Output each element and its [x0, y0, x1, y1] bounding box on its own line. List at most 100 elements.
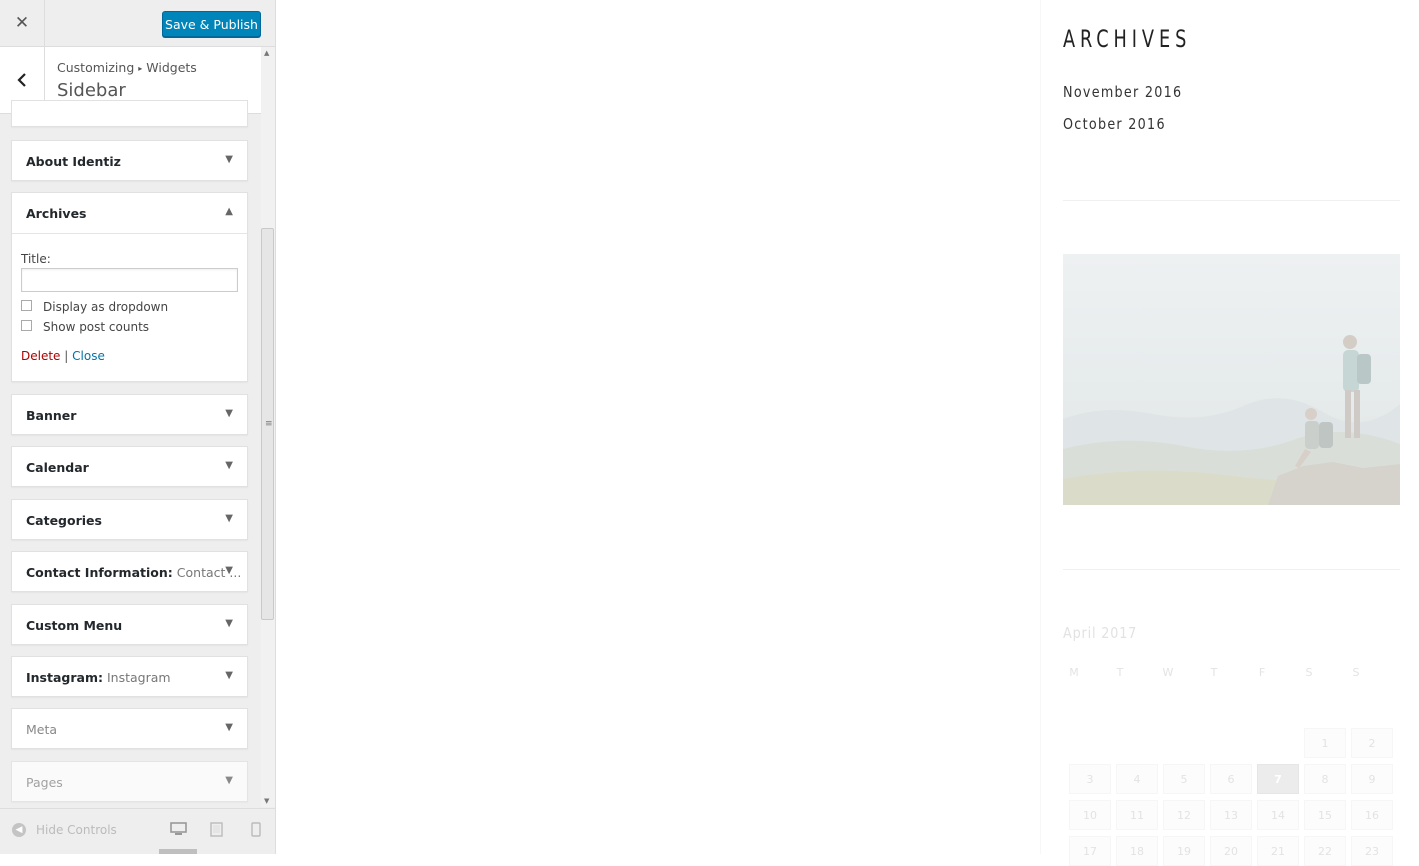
mobile-icon[interactable]	[251, 822, 261, 837]
widget-subtitle: Instagram	[106, 669, 171, 685]
calendar-day[interactable]: 9	[1351, 764, 1393, 794]
caret-down-icon[interactable]: ▼	[225, 460, 233, 471]
calendar-day[interactable]: 17	[1069, 836, 1111, 866]
calendar-day[interactable]: 6	[1210, 764, 1252, 794]
calendar-day[interactable]: 3	[1069, 764, 1111, 794]
widget-partial[interactable]	[11, 100, 248, 127]
caret-down-icon[interactable]: ▼	[225, 618, 233, 629]
weekday-label: T	[1210, 665, 1218, 679]
weekday-label: M	[1069, 665, 1079, 679]
breadcrumb-root: Customizing	[57, 60, 135, 75]
widget-contact-information[interactable]: Contact Information: Contact ... ▼	[11, 551, 248, 592]
widget-meta[interactable]: Meta ▼	[11, 708, 248, 749]
widget-title-row: Instagram: Instagram ▼	[12, 657, 247, 697]
calendar-day[interactable]: 4	[1116, 764, 1158, 794]
calendar-day[interactable]: 5	[1163, 764, 1205, 794]
close-icon: ✕	[14, 13, 30, 33]
widget-categories[interactable]: Categories ▼	[11, 499, 248, 540]
caret-down-icon[interactable]: ▼	[225, 513, 233, 524]
section-title: Sidebar	[57, 80, 126, 101]
caret-down-icon[interactable]: ▼	[225, 670, 233, 681]
title-input[interactable]	[21, 268, 238, 292]
caret-down-icon[interactable]: ▼	[225, 722, 233, 733]
widget-title-row: Calendar ▼	[12, 447, 247, 487]
save-publish-button[interactable]: Save & Publish	[162, 11, 261, 37]
widget-title-row: Contact Information: Contact ... ▼	[12, 552, 247, 592]
widget-title-row: Pages ▼	[12, 762, 247, 802]
widget-separator	[1063, 569, 1400, 570]
back-chevron-icon	[17, 73, 26, 87]
calendar-day[interactable]: 2	[1351, 728, 1393, 758]
calendar-day[interactable]: 21	[1257, 836, 1299, 866]
archive-link[interactable]: November 2016	[1063, 83, 1182, 101]
widget-title: Instagram:	[26, 669, 103, 685]
calendar-day[interactable]: 18	[1116, 836, 1158, 866]
widget-title-row: Custom Menu ▼	[12, 605, 247, 645]
calendar-weekdays: M T W T F S S	[1063, 657, 1403, 693]
customizer-topbar: ✕ Save & Publish	[0, 0, 275, 47]
calendar-day[interactable]: 16	[1351, 800, 1393, 830]
calendar-day[interactable]: 23	[1351, 836, 1393, 866]
breadcrumb-separator-icon: ▸	[138, 64, 143, 73]
close-customizer-button[interactable]: ✕	[0, 0, 45, 46]
scroll-thumb[interactable]: ≡	[261, 228, 274, 620]
calendar-day[interactable]: 11	[1116, 800, 1158, 830]
actions-separator: |	[64, 349, 69, 363]
calendar-day[interactable]: 10	[1069, 800, 1111, 830]
weekday-label: W	[1162, 665, 1174, 679]
display-dropdown-checkbox[interactable]	[21, 299, 32, 311]
tablet-icon[interactable]	[210, 822, 223, 837]
calendar-day[interactable]: 14	[1257, 800, 1299, 830]
calendar-day[interactable]: 20	[1210, 836, 1252, 866]
device-indicator	[159, 849, 197, 854]
show-counts-checkbox[interactable]	[21, 319, 32, 331]
caret-down-icon[interactable]: ▼	[225, 565, 233, 576]
caret-down-icon[interactable]: ▼	[225, 408, 233, 419]
customizer-footer: ◀ Hide Controls	[0, 808, 275, 854]
desktop-icon[interactable]	[170, 822, 187, 837]
calendar-day[interactable]: 8	[1304, 764, 1346, 794]
widget-banner[interactable]: Banner ▼	[11, 394, 248, 435]
caret-up-icon[interactable]: ▲	[225, 206, 233, 217]
calendar-day[interactable]: 19	[1163, 836, 1205, 866]
panel-scrollbar[interactable]: ▲ ≡ ▼	[261, 47, 275, 807]
widget-title: Contact Information:	[26, 564, 173, 580]
calendar-day[interactable]: 12	[1163, 800, 1205, 830]
scroll-up-icon[interactable]: ▲	[264, 49, 269, 57]
archives-heading: ARCHIVES	[1063, 25, 1192, 53]
breadcrumb: Customizing ▸ Widgets	[57, 60, 197, 75]
widget-instagram[interactable]: Instagram: Instagram ▼	[11, 656, 248, 697]
calendar-day-today[interactable]: 7	[1257, 764, 1299, 794]
widget-calendar[interactable]: Calendar ▼	[11, 446, 248, 487]
close-link[interactable]: Close	[72, 349, 105, 363]
archives-form: Title: Display as dropdown Show post cou…	[12, 234, 247, 363]
widget-title: Archives	[26, 205, 87, 221]
banner-image[interactable]	[1063, 254, 1400, 505]
counts-option: Show post counts	[21, 319, 238, 334]
delete-link[interactable]: Delete	[21, 349, 60, 363]
caret-down-icon[interactable]: ▼	[225, 775, 233, 786]
show-counts-label: Show post counts	[43, 320, 150, 334]
widget-title-row: Meta ▼	[12, 709, 247, 749]
widget-title-row[interactable]: Archives ▲	[12, 193, 247, 234]
archive-link[interactable]: October 2016	[1063, 115, 1166, 133]
scroll-down-icon[interactable]: ▼	[264, 797, 269, 805]
title-label: Title:	[21, 252, 51, 266]
widget-title: Meta	[26, 721, 58, 737]
hide-controls-icon: ◀	[12, 823, 26, 837]
calendar-day[interactable]: 1	[1304, 728, 1346, 758]
widget-title: Banner	[26, 407, 77, 423]
caret-down-icon[interactable]: ▼	[225, 154, 233, 165]
widget-separator	[1063, 200, 1400, 201]
widget-pages[interactable]: Pages ▼	[11, 761, 248, 802]
weekday-label: F	[1258, 665, 1266, 679]
widget-about-identiz[interactable]: About Identiz ▼	[11, 140, 248, 181]
calendar-day[interactable]: 13	[1210, 800, 1252, 830]
hide-controls-button[interactable]: ◀ Hide Controls	[12, 823, 117, 837]
widget-title: Calendar	[26, 459, 89, 475]
widget-custom-menu[interactable]: Custom Menu ▼	[11, 604, 248, 645]
calendar-day[interactable]: 22	[1304, 836, 1346, 866]
widget-title-row: Banner ▼	[12, 395, 247, 435]
customizer-panel: ✕ Save & Publish Customizing ▸ Widgets Sid…	[0, 0, 276, 854]
calendar-day[interactable]: 15	[1304, 800, 1346, 830]
